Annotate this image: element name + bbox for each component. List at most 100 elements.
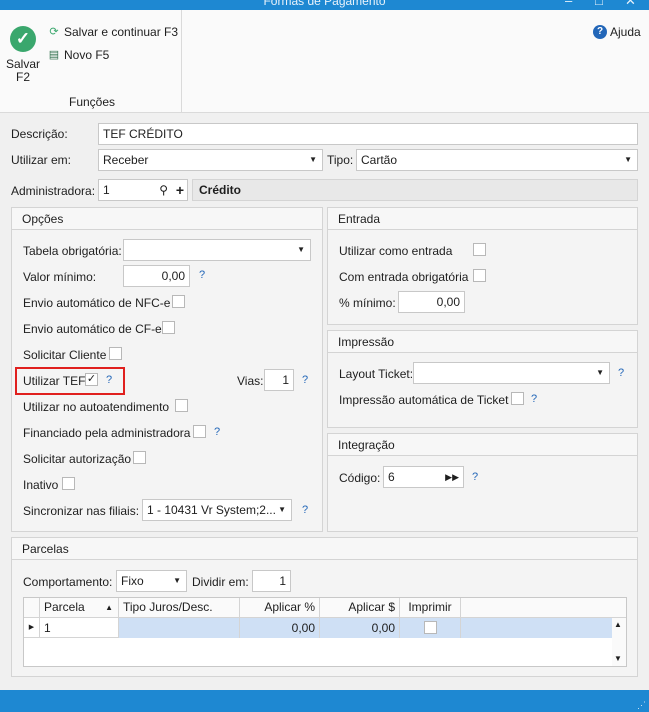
grid-scrollbar[interactable]: ▲ ▼ <box>612 618 626 666</box>
utilizar-tef-checkbox[interactable]: ✓ <box>85 373 98 386</box>
administradora-value: 1 <box>103 183 110 197</box>
administradora-label: Administradora: <box>11 184 96 198</box>
entrada-obrigatoria-label: Com entrada obrigatória <box>339 270 469 284</box>
grid-header: Parcela ▲ Tipo Juros/Desc. Aplicar % Apl… <box>24 598 626 618</box>
minimize-icon[interactable]: – <box>565 0 572 8</box>
new-doc-icon: ▤ <box>48 49 60 61</box>
percentual-minimo-label: % mínimo: <box>339 296 396 310</box>
nfce-checkbox[interactable] <box>172 295 185 308</box>
help-button[interactable]: ? Ajuda <box>593 25 641 39</box>
title-bar: Formas de Pagamento – □ ✕ <box>0 0 649 10</box>
row-indicator-icon: ▶ <box>28 624 35 631</box>
table-row[interactable]: ▶ 1 0,00 0,00 <box>24 618 614 638</box>
help-icon[interactable]: ? <box>106 374 112 386</box>
chevron-down-icon: ▼ <box>173 576 181 585</box>
descricao-label: Descrição: <box>11 127 68 141</box>
integracao-title: Integração <box>328 434 637 456</box>
inativo-checkbox[interactable] <box>62 477 75 490</box>
chevron-down-icon: ▼ <box>297 245 305 254</box>
parcelas-title: Parcelas <box>12 538 637 560</box>
chevron-down-icon: ▼ <box>624 155 632 164</box>
dividir-label: Dividir em: <box>192 575 249 589</box>
resize-grip-icon[interactable]: ⋰ <box>637 700 646 711</box>
save-continue-label: Salvar e continuar F3 <box>64 25 179 39</box>
solicitar-cliente-checkbox[interactable] <box>109 347 122 360</box>
save-continue-button[interactable]: ⟳ Salvar e continuar F3 <box>47 25 178 39</box>
utilizar-entrada-checkbox[interactable] <box>473 243 486 256</box>
cell-aplicar-pct[interactable]: 0,00 <box>240 618 320 638</box>
save-button[interactable]: ✓ Salvar F2 <box>4 26 42 84</box>
codigo-input[interactable]: 6 ▶▶ <box>383 466 464 488</box>
chevron-down-icon: ▼ <box>309 155 317 164</box>
utilizar-em-value: Receber <box>103 153 149 167</box>
financiado-checkbox[interactable] <box>193 425 206 438</box>
search-icon[interactable]: ⚲ <box>159 180 168 200</box>
comportamento-value: Fixo <box>121 574 144 588</box>
imprimir-checkbox[interactable] <box>424 621 437 634</box>
utilizar-em-label: Utilizar em: <box>11 153 72 167</box>
window-title: Formas de Pagamento <box>263 0 386 8</box>
administradora-input[interactable]: 1 ⚲ + <box>98 179 188 201</box>
entrada-obrigatoria-checkbox[interactable] <box>473 269 486 282</box>
autoatendimento-label: Utilizar no autoatendimento <box>23 400 170 414</box>
solicitar-autorizacao-label: Solicitar autorização <box>23 452 132 466</box>
codigo-value: 6 <box>388 470 395 484</box>
column-header-tipo[interactable]: Tipo Juros/Desc. <box>119 598 240 618</box>
column-header-aplicar-pct[interactable]: Aplicar % <box>240 598 320 618</box>
close-icon[interactable]: ✕ <box>625 0 636 9</box>
column-header-aplicar-val[interactable]: Aplicar $ <box>320 598 400 618</box>
layout-ticket-select[interactable]: ▼ <box>413 362 610 384</box>
valor-minimo-input[interactable]: 0,00 <box>123 265 190 287</box>
descricao-input[interactable]: TEF CRÉDITO <box>98 123 638 145</box>
cfe-checkbox[interactable] <box>162 321 175 334</box>
comportamento-select[interactable]: Fixo ▼ <box>116 570 187 592</box>
cell-imprimir[interactable] <box>400 618 461 638</box>
scroll-down-icon[interactable]: ▼ <box>614 654 622 663</box>
save-continue-icon: ⟳ <box>49 26 59 38</box>
help-icon[interactable]: ? <box>302 504 308 516</box>
help-icon[interactable]: ? <box>199 269 205 281</box>
dividir-input[interactable]: 1 <box>252 570 291 592</box>
opcoes-title: Opções <box>12 208 322 230</box>
sincronizar-select[interactable]: 1 - 10431 Vr System;2... ▼ <box>142 499 292 521</box>
plus-icon[interactable]: + <box>176 180 184 200</box>
impressao-automatica-checkbox[interactable] <box>511 392 524 405</box>
financiado-label: Financiado pela administradora <box>23 426 191 440</box>
help-icon: ? <box>593 25 607 39</box>
fast-forward-icon[interactable]: ▶▶ <box>445 467 459 487</box>
column-header-imprimir[interactable]: Imprimir <box>400 598 461 618</box>
help-icon[interactable]: ? <box>214 426 220 438</box>
parcelas-grid: Parcela ▲ Tipo Juros/Desc. Aplicar % Apl… <box>23 597 627 667</box>
new-button[interactable]: ▤ Novo F5 <box>47 48 110 62</box>
solicitar-autorizacao-checkbox[interactable] <box>133 451 146 464</box>
tipo-select[interactable]: Cartão ▼ <box>356 149 638 171</box>
help-label: Ajuda <box>610 25 641 39</box>
tabela-obrigatoria-label: Tabela obrigatória: <box>23 244 122 258</box>
sincronizar-label: Sincronizar nas filiais: <box>23 504 140 518</box>
chevron-down-icon: ▼ <box>275 500 286 520</box>
cell-parcela[interactable]: 1 <box>39 618 119 638</box>
cell-tipo[interactable] <box>119 618 240 638</box>
help-icon[interactable]: ? <box>302 374 308 386</box>
scroll-up-icon[interactable]: ▲ <box>614 620 622 629</box>
administradora-name: Crédito <box>192 179 638 201</box>
vias-input[interactable]: 1 <box>264 369 294 391</box>
maximize-icon[interactable]: □ <box>595 0 603 8</box>
column-header-parcela[interactable]: Parcela ▲ <box>39 598 119 618</box>
check-circle-icon: ✓ <box>10 26 36 52</box>
save-key: F2 <box>15 70 30 84</box>
comportamento-label: Comportamento: <box>23 575 113 589</box>
help-icon[interactable]: ? <box>531 393 537 405</box>
impressao-automatica-label: Impressão automática de Ticket <box>339 393 509 407</box>
utilizar-em-select[interactable]: Receber ▼ <box>98 149 323 171</box>
valor-minimo-label: Valor mínimo: <box>23 270 97 284</box>
new-label: Novo F5 <box>64 48 110 62</box>
percentual-minimo-input[interactable]: 0,00 <box>398 291 465 313</box>
utilizar-entrada-label: Utilizar como entrada <box>339 244 453 258</box>
cell-aplicar-val[interactable]: 0,00 <box>320 618 400 638</box>
utilizar-tef-label: Utilizar TEF <box>23 374 86 388</box>
help-icon[interactable]: ? <box>472 471 478 483</box>
help-icon[interactable]: ? <box>618 367 624 379</box>
tabela-obrigatoria-select[interactable]: ▼ <box>123 239 311 261</box>
autoatendimento-checkbox[interactable] <box>175 399 188 412</box>
